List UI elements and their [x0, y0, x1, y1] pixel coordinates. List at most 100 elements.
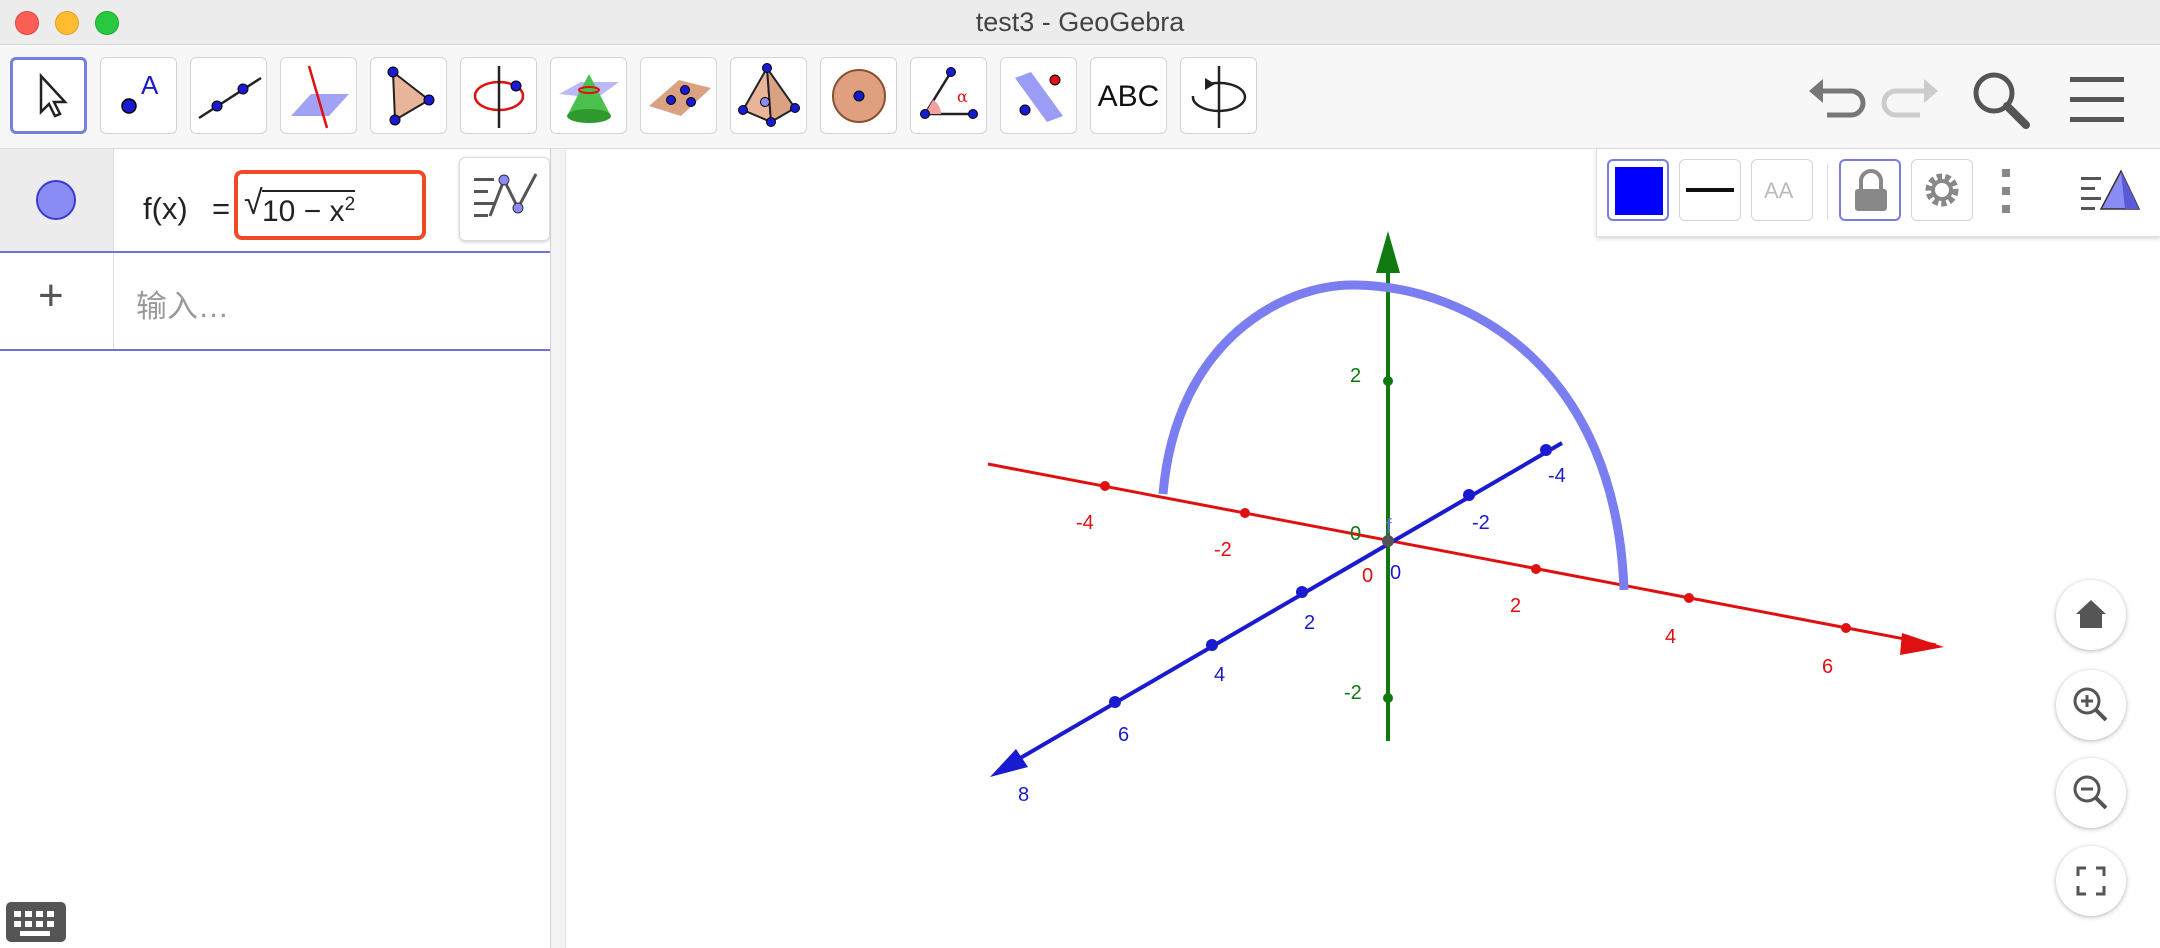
reflect-tool-button[interactable]	[1000, 57, 1077, 134]
text-size-button[interactable]: AA	[1751, 159, 1813, 221]
circle-axis-tool-button[interactable]	[460, 57, 537, 134]
cone-icon	[559, 74, 619, 123]
algebra-input-row[interactable]: + 输入…	[0, 253, 550, 351]
gear-icon	[1925, 173, 1959, 207]
y-axis-tick-label: 4	[1214, 664, 1225, 686]
graphics-3d-view[interactable]: -4 -2 0 2 4 6 -4 -2 0 2 4 6 8 2 0 -2 f AA	[566, 149, 2160, 948]
formula-content: 10 − x2	[262, 190, 356, 229]
x-axis-tick	[1684, 593, 1694, 603]
visibility-toggle-cell[interactable]	[0, 149, 113, 251]
line-style-icon	[1686, 188, 1734, 192]
svg-text:α: α	[957, 87, 968, 106]
line-style-button[interactable]	[1679, 159, 1741, 221]
pyramid-icon	[738, 63, 800, 127]
3d-scene[interactable]: -4 -2 0 2 4 6 -4 -2 0 2 4 6 8 2 0 -2 f	[566, 149, 2160, 948]
algebra-style-button[interactable]	[459, 157, 550, 241]
search-icon[interactable]	[1970, 69, 2032, 131]
fullscreen-icon	[2076, 866, 2106, 896]
algebra-input-field[interactable]: 输入…	[136, 281, 229, 326]
line-tool-button[interactable]	[190, 57, 267, 134]
algebra-row-f[interactable]: f(x) = √ 10 − x2	[0, 149, 550, 253]
y-axis-tick-label: 6	[1118, 724, 1129, 746]
zoom-in-icon	[2073, 687, 2108, 722]
color-button[interactable]	[1607, 159, 1669, 221]
pyramid-tool-button[interactable]	[730, 57, 807, 134]
function-curve-f[interactable]	[1158, 280, 1629, 591]
zoom-out-icon	[2073, 775, 2108, 810]
y-axis-tick	[1463, 489, 1475, 501]
style-bar-divider	[1827, 163, 1828, 219]
perpendicular-line-tool-button[interactable]	[280, 57, 357, 134]
sphere-icon	[832, 69, 886, 123]
rotate-3d-icon	[1191, 66, 1247, 128]
more-vertical-icon[interactable]	[1991, 163, 2021, 219]
formula-radicand: 10 − x	[262, 195, 345, 228]
sqrt-icon: √	[244, 184, 263, 222]
line-icon	[198, 76, 262, 120]
zoom-out-button[interactable]	[2056, 758, 2126, 828]
graphics-style-bar: AA	[1596, 149, 2160, 237]
redo-icon[interactable]	[1880, 69, 1942, 131]
visibility-marble[interactable]	[36, 180, 76, 220]
add-icon[interactable]: +	[38, 271, 64, 321]
x-axis-arrow-icon	[1900, 633, 1944, 655]
x-axis-tick	[1531, 564, 1541, 574]
title-bar: test3 - GeoGebra	[0, 0, 2160, 45]
x-axis-tick	[1240, 508, 1250, 518]
point-icon: A	[121, 70, 159, 114]
home-icon	[2076, 600, 2106, 628]
x-axis-tick-label: 6	[1822, 656, 1833, 678]
lock-button[interactable]	[1839, 159, 1901, 221]
view-3d-menu-icon[interactable]	[2077, 163, 2147, 219]
z-axis-tick-label: -2	[1344, 682, 1362, 704]
row-divider	[113, 253, 114, 349]
x-axis-tick-label: -4	[1076, 512, 1094, 534]
z-axis-tick-label: 0	[1350, 523, 1361, 545]
undo-icon[interactable]	[1805, 69, 1867, 131]
triangle-icon	[387, 66, 435, 126]
x-axis-tick-label: -2	[1214, 539, 1232, 561]
angle-icon: α	[920, 67, 978, 119]
y-axis-arrow-icon	[990, 749, 1028, 777]
move-tool-button[interactable]	[10, 57, 87, 134]
color-swatch	[1615, 167, 1663, 215]
sphere-tool-button[interactable]	[820, 57, 897, 134]
polygon-tool-button[interactable]	[370, 57, 447, 134]
y-axis-tick-label: -2	[1472, 512, 1490, 534]
plane-three-points-tool-button[interactable]	[640, 57, 717, 134]
graph-sort-icon	[474, 173, 538, 217]
equals-sign: =	[212, 191, 231, 226]
text-tool-button[interactable]: ABC	[1090, 57, 1167, 134]
circle-around-axis-icon	[473, 66, 525, 128]
cone-tool-button[interactable]	[550, 57, 627, 134]
window-title: test3 - GeoGebra	[975, 7, 1185, 37]
formula-editor[interactable]: √ 10 − x2	[234, 170, 426, 240]
y-axis-tick	[1296, 586, 1308, 598]
angle-tool-button[interactable]: α	[910, 57, 987, 134]
point-tool-button[interactable]: A	[100, 57, 177, 134]
x-axis-tick-label: 2	[1510, 595, 1521, 617]
y-axis	[996, 441, 1564, 773]
zoom-in-button[interactable]	[2056, 670, 2126, 740]
menu-icon[interactable]	[2066, 69, 2128, 131]
text-tool-label: ABC	[1097, 80, 1160, 113]
x-axis-tick	[1841, 623, 1851, 633]
home-button[interactable]	[2056, 580, 2126, 650]
fullscreen-button[interactable]	[2056, 846, 2126, 916]
z-axis-tick	[1383, 376, 1393, 386]
reflect-about-plane-icon	[1015, 72, 1063, 122]
z-axis-tick-label: 2	[1350, 365, 1361, 387]
y-axis-tick	[1109, 696, 1121, 708]
function-name: f(x)	[143, 191, 188, 226]
x-axis-tick	[1100, 481, 1110, 491]
virtual-keyboard-button[interactable]	[6, 902, 66, 942]
cursor-arrow-icon	[39, 72, 68, 118]
svg-text:A: A	[141, 70, 159, 100]
settings-button[interactable]	[1911, 159, 1973, 221]
formula-exponent: 2	[344, 194, 356, 215]
y-axis-tick-label: 8	[1018, 784, 1029, 806]
perpendicular-plane-icon	[291, 65, 349, 129]
rotate-view-tool-button[interactable]	[1180, 57, 1257, 134]
view-splitter[interactable]	[550, 149, 566, 948]
y-axis-tick	[1206, 639, 1218, 651]
